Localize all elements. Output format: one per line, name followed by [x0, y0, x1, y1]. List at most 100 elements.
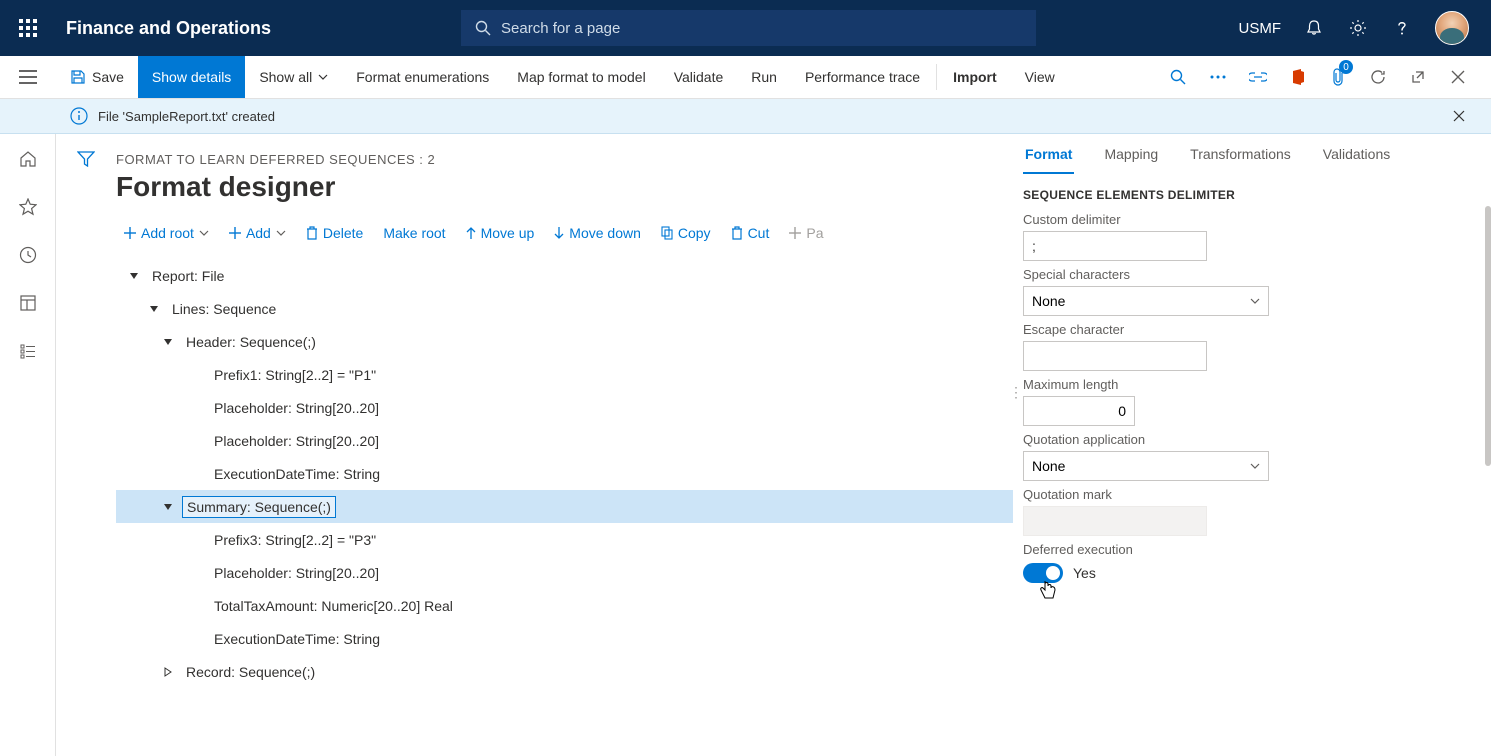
tree-row[interactable]: Placeholder: String[20..20]: [116, 424, 1013, 457]
scrollbar[interactable]: [1485, 206, 1491, 466]
tree-row[interactable]: Placeholder: String[20..20]: [116, 391, 1013, 424]
user-avatar[interactable]: [1435, 11, 1469, 45]
tree-toolbar: Add root Add Delete Make root Move up: [116, 219, 1013, 247]
performance-trace-button[interactable]: Performance trace: [791, 56, 934, 98]
max-length-input[interactable]: [1023, 396, 1135, 426]
tree-row[interactable]: ExecutionDateTime: String: [116, 457, 1013, 490]
caret-down-icon[interactable]: [126, 272, 142, 280]
validate-button[interactable]: Validate: [660, 56, 738, 98]
popout-button[interactable]: [1399, 56, 1437, 98]
tree-row[interactable]: Placeholder: String[20..20]: [116, 556, 1013, 589]
tab-format[interactable]: Format: [1023, 136, 1074, 174]
tab-transformations[interactable]: Transformations: [1188, 136, 1293, 174]
import-button[interactable]: Import: [939, 56, 1011, 98]
show-details-label: Show details: [152, 69, 231, 85]
move-up-button[interactable]: Move up: [458, 219, 543, 247]
search-placeholder: Search for a page: [501, 20, 620, 37]
tree-row[interactable]: ExecutionDateTime: String: [116, 622, 1013, 655]
help-button[interactable]: [1391, 17, 1413, 39]
notifications-button[interactable]: [1303, 17, 1325, 39]
ellipsis-icon: [1210, 75, 1226, 79]
caret-right-icon[interactable]: [160, 667, 176, 677]
add-root-button[interactable]: Add root: [116, 219, 217, 247]
info-close-button[interactable]: [1453, 110, 1475, 122]
bell-icon: [1305, 19, 1323, 37]
rail-home[interactable]: [17, 148, 39, 170]
delete-button[interactable]: Delete: [298, 219, 371, 247]
refresh-button[interactable]: [1359, 56, 1397, 98]
custom-delimiter-label: Custom delimiter: [1023, 212, 1469, 227]
run-button[interactable]: Run: [737, 56, 791, 98]
office-button[interactable]: [1279, 56, 1317, 98]
info-message: File 'SampleReport.txt' created: [98, 109, 275, 124]
tab-validations[interactable]: Validations: [1321, 136, 1392, 174]
deferred-execution-toggle[interactable]: [1023, 563, 1063, 583]
question-icon: [1393, 19, 1411, 37]
rail-favorites[interactable]: [17, 196, 39, 218]
left-rail: [0, 134, 56, 756]
company-picker[interactable]: USMF: [1239, 20, 1282, 37]
search-container: Search for a page: [461, 10, 1036, 46]
tree-row[interactable]: Report: File: [116, 259, 1013, 292]
header-right: USMF: [1239, 11, 1491, 45]
save-icon: [70, 69, 86, 85]
quotation-app-value: None: [1032, 458, 1065, 474]
chevron-down-icon: [199, 230, 209, 236]
tree-item-label: ExecutionDateTime: String: [210, 629, 384, 649]
custom-delimiter-input[interactable]: [1023, 231, 1207, 261]
copy-button[interactable]: Copy: [653, 219, 719, 247]
tree-row[interactable]: Summary: Sequence(;): [116, 490, 1013, 523]
view-button[interactable]: View: [1011, 56, 1069, 98]
filter-pane: [56, 134, 116, 756]
caret-down-icon[interactable]: [146, 305, 162, 313]
link-button[interactable]: [1239, 56, 1277, 98]
filter-button[interactable]: [75, 148, 97, 170]
drag-handle-icon[interactable]: ⋮: [1009, 384, 1021, 401]
search-input[interactable]: Search for a page: [461, 10, 1036, 46]
refresh-icon: [1370, 69, 1386, 85]
deferred-execution-value: Yes: [1073, 565, 1096, 581]
close-page-button[interactable]: [1439, 56, 1477, 98]
rail-workspaces[interactable]: [17, 292, 39, 314]
quotation-app-select[interactable]: None: [1023, 451, 1269, 481]
app-launcher-button[interactable]: [0, 19, 56, 37]
rail-recent[interactable]: [17, 244, 39, 266]
tree-row[interactable]: Prefix3: String[2..2] = "P3": [116, 523, 1013, 556]
escape-char-input[interactable]: [1023, 341, 1207, 371]
make-root-button[interactable]: Make root: [375, 219, 453, 247]
waffle-icon: [19, 19, 37, 37]
special-chars-value: None: [1032, 293, 1065, 309]
show-all-button[interactable]: Show all: [245, 56, 342, 98]
attachments-button[interactable]: 0: [1319, 56, 1357, 98]
tree-row[interactable]: Header: Sequence(;): [116, 325, 1013, 358]
gear-icon: [1349, 19, 1367, 37]
rail-modules[interactable]: [17, 340, 39, 362]
page-title: Format designer: [116, 171, 1013, 203]
tree-row[interactable]: TotalTaxAmount: Numeric[20..20] Real: [116, 589, 1013, 622]
nav-toggle-button[interactable]: [0, 56, 56, 98]
more-button[interactable]: [1199, 56, 1237, 98]
star-icon: [19, 198, 37, 216]
tree-row[interactable]: Prefix1: String[2..2] = "P1": [116, 358, 1013, 391]
filter-icon: [77, 151, 95, 167]
special-chars-select[interactable]: None: [1023, 286, 1269, 316]
search-button[interactable]: [1159, 56, 1197, 98]
tree-row[interactable]: Lines: Sequence: [116, 292, 1013, 325]
move-down-button[interactable]: Move down: [546, 219, 649, 247]
cut-button[interactable]: Cut: [723, 219, 778, 247]
add-button[interactable]: Add: [221, 219, 294, 247]
clock-icon: [19, 246, 37, 264]
tab-mapping[interactable]: Mapping: [1102, 136, 1160, 174]
map-format-button[interactable]: Map format to model: [503, 56, 659, 98]
caret-down-icon[interactable]: [160, 503, 176, 511]
tree-row[interactable]: Record: Sequence(;): [116, 655, 1013, 688]
caret-down-icon[interactable]: [160, 338, 176, 346]
format-enumerations-button[interactable]: Format enumerations: [342, 56, 503, 98]
show-details-button[interactable]: Show details: [138, 56, 245, 98]
save-label: Save: [92, 69, 124, 85]
link-icon: [1249, 72, 1267, 82]
settings-button[interactable]: [1347, 17, 1369, 39]
save-button[interactable]: Save: [56, 56, 138, 98]
quotation-mark-label: Quotation mark: [1023, 487, 1469, 502]
arrow-up-icon: [466, 227, 476, 239]
